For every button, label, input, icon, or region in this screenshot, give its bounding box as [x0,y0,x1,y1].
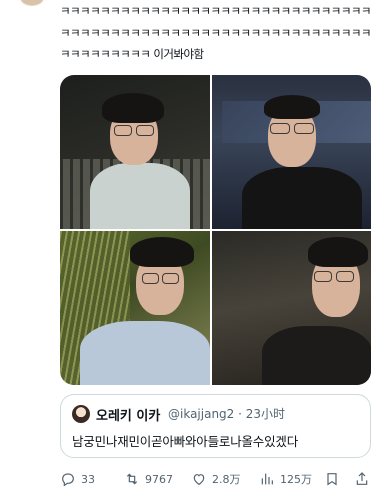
photo-2[interactable] [212,75,371,229]
like-count: 2.8万 [212,473,241,486]
bookmark-icon [327,473,337,486]
reply-count: 33 [81,472,95,486]
quoted-author-name[interactable]: 오레키 이카 [96,405,160,424]
views-icon [261,473,273,485]
views-button[interactable]: 125万 [259,469,312,489]
tweet-media-grid[interactable] [60,75,371,385]
photo-4[interactable] [212,231,371,385]
views-count: 125万 [280,473,312,486]
retweet-icon [126,473,138,485]
quoted-avatar[interactable] [72,405,90,423]
quoted-tweet[interactable]: 오레키 이카 @ikajjang2 · 23小时 남궁민나재민이곧아빠와아들로나… [60,394,371,458]
share-icon [356,472,368,485]
photo-1[interactable] [60,75,210,229]
tweet-actions: 33 9767 2.8万 125万 [60,469,375,489]
quoted-text: 남궁민나재민이곧아빠와아들로나올수있겠다 [72,434,299,449]
retweet-count: 9767 [145,472,173,486]
reply-icon [62,473,74,487]
like-button[interactable]: 2.8万 [191,469,241,489]
author-avatar[interactable] [20,0,44,6]
share-button[interactable] [354,469,370,489]
reply-button[interactable]: 33 [60,469,95,489]
photo-3[interactable] [60,231,210,385]
like-icon [193,474,205,486]
bookmark-button[interactable] [324,469,340,489]
retweet-button[interactable]: 9767 [124,469,173,489]
quoted-author-handle: @ikajjang2 · 23小时 [168,407,286,421]
tweet-text: ㅋㅋㅋㅋㅋㅋㅋㅋㅋㅋㅋㅋㅋㅋㅋㅋㅋㅋㅋㅋㅋㅋㅋㅋㅋㅋㅋㅋㅋㅋㅋㅋㅋㅋㅋㅋㅋㅋㅋㅋ… [60,4,371,61]
